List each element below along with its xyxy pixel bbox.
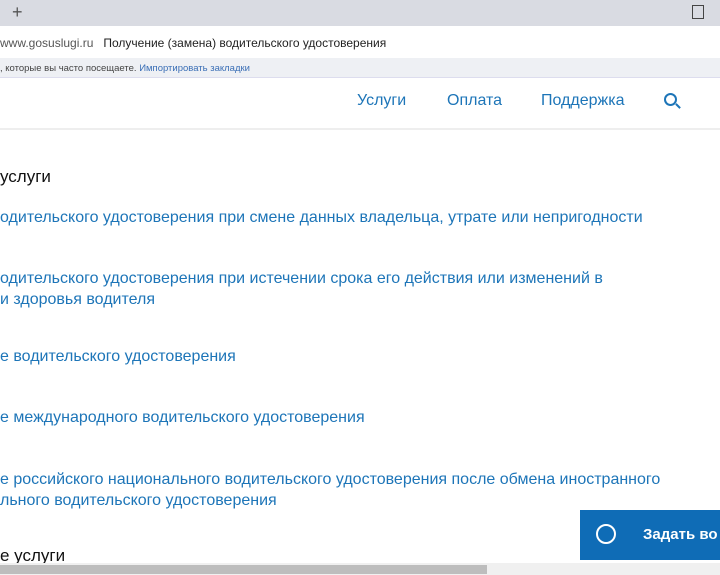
tab-bar: + [0, 0, 720, 26]
import-bookmarks-link[interactable]: Импортировать закладки [139, 63, 250, 74]
scrollbar-thumb[interactable] [0, 565, 487, 574]
nav-payment[interactable]: Оплата [447, 92, 502, 110]
service-link[interactable]: е водительского удостоверения [0, 346, 236, 367]
service-link-line[interactable]: льного водительского удостоверения [0, 492, 277, 509]
service-link[interactable]: одительского удостоверения при истечении… [0, 268, 603, 310]
restore-window-icon[interactable] [692, 5, 704, 19]
section-title: услуги [0, 167, 51, 186]
address-bar[interactable]: www.gosuslugi.ru Получение (замена) водит… [0, 26, 720, 58]
service-link-line[interactable]: и здоровья водителя [0, 291, 155, 308]
url-host: www.gosuslugi.ru [0, 36, 94, 50]
service-link-line[interactable]: е российского национального водительског… [0, 471, 660, 488]
new-tab-icon[interactable]: + [12, 2, 23, 23]
ask-question-label: Задать во [643, 526, 718, 543]
service-link[interactable]: е российского национального водительског… [0, 469, 660, 511]
horizontal-scrollbar[interactable] [0, 563, 720, 575]
support-agent-icon [596, 524, 616, 544]
bookmarks-hint: , которые вы часто посещаете. [0, 63, 137, 74]
ask-question-button[interactable]: Задать во [580, 510, 720, 560]
nav-services[interactable]: Услуги [357, 92, 406, 110]
search-icon[interactable] [664, 93, 677, 106]
nav-support[interactable]: Поддержка [541, 92, 624, 110]
service-link[interactable]: е международного водительского удостовер… [0, 407, 365, 428]
service-link[interactable]: одительского удостоверения при смене дан… [0, 207, 643, 228]
service-link-line[interactable]: одительского удостоверения при истечении… [0, 270, 603, 287]
header-divider [0, 128, 720, 130]
page-title-in-address: Получение (замена) водительского удостов… [103, 36, 387, 50]
bookmarks-bar: , которые вы часто посещаете. Импортиров… [0, 58, 720, 78]
